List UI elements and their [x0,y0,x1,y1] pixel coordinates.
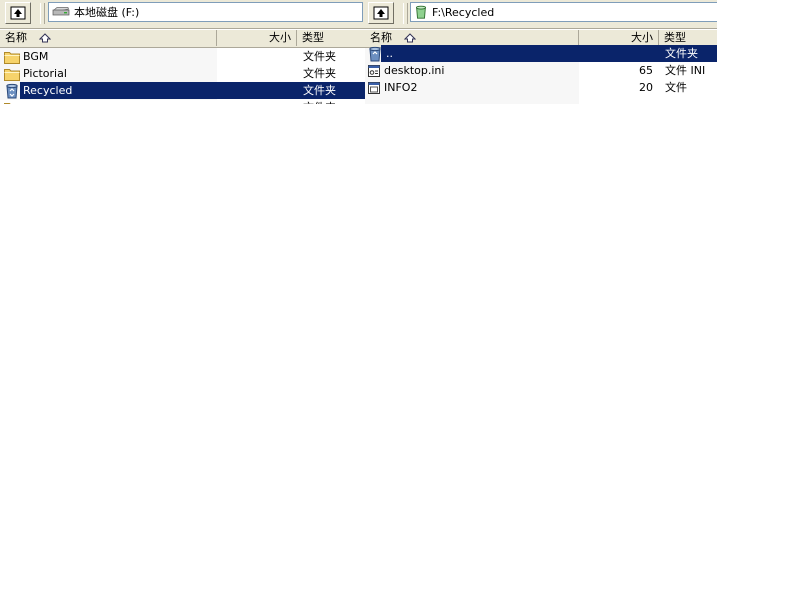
table-row[interactable]: INFO2 20 文件 [365,79,717,96]
left-col-name[interactable]: 名称 [0,30,217,46]
right-file-list: .. 文件夹 desktop.ini 65 文件 INI INFO2 20 文件 [365,45,717,96]
left-path-text: 本地磁盘 (F:) [74,6,140,19]
up-arrow-icon [373,6,389,20]
table-row[interactable]: Pictorial 文件夹 [0,65,365,82]
toolbar-grip [40,3,45,24]
right-toolbar: F:\Recycled [365,0,717,29]
sort-ascending-icon [403,33,416,43]
folder-icon [4,67,20,81]
table-row-selected[interactable]: Recycled 文件夹 [0,82,365,99]
toolbar-grip [403,3,408,24]
folder-icon [4,50,20,64]
left-col-size[interactable]: 大小 [217,30,297,46]
up-folder-button[interactable] [368,2,394,24]
sort-ascending-icon [38,33,51,43]
right-col-size[interactable]: 大小 [579,30,659,46]
recycle-bin-icon [4,83,20,99]
left-column-header: 名称 大小 类型 [0,30,365,48]
right-col-type[interactable]: 类型 [659,30,717,46]
table-row[interactable]: BGM 文件夹 [0,48,365,65]
right-path-text: F:\Recycled [432,5,495,19]
table-row-partial[interactable]: ... 文件夹 [0,99,365,104]
right-col-name[interactable]: 名称 [365,30,579,46]
settings-file-icon [367,64,381,78]
up-folder-button[interactable] [5,2,31,24]
right-file-pane: F:\Recycled 名称 大小 类型 .. 文件夹 desktop.ini [365,0,717,104]
left-path-box[interactable]: 本地磁盘 (F:) [48,2,363,22]
left-col-type[interactable]: 类型 [297,30,365,46]
left-file-list: BGM 文件夹 Pictorial 文件夹 Recycled 文件夹 ... [0,48,365,104]
up-arrow-icon [10,6,26,20]
folder-icon [4,101,20,104]
left-toolbar: 本地磁盘 (F:) [0,0,365,29]
table-row-selected[interactable]: .. 文件夹 [365,45,717,62]
drive-icon [52,7,70,17]
recycle-bin-icon [367,46,383,62]
generic-file-icon [367,81,381,95]
recycle-bin-icon [414,5,428,19]
left-file-pane: 本地磁盘 (F:) 名称 大小 类型 BGM 文件夹 Pictorial 文件夹 [0,0,365,104]
right-path-box[interactable]: F:\Recycled [410,2,717,22]
table-row[interactable]: desktop.ini 65 文件 INI [365,62,717,79]
